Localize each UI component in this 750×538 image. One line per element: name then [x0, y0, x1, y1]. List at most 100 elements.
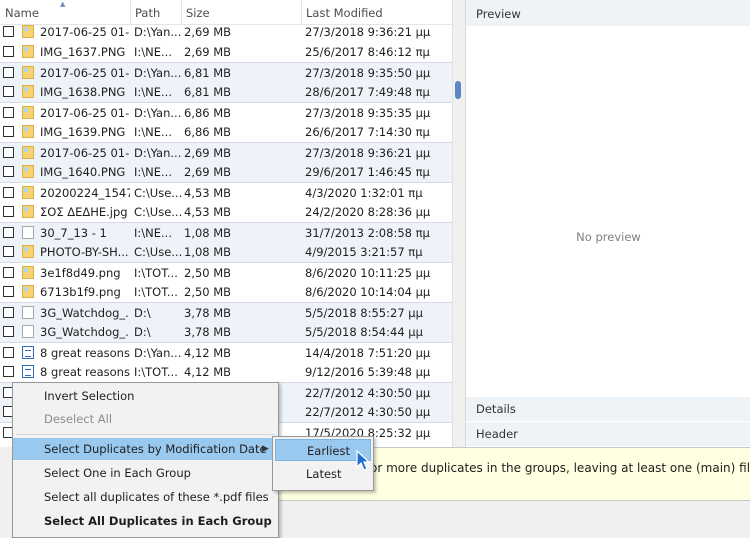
row-checkbox[interactable]	[3, 267, 14, 278]
table-row[interactable]: 3G_Watchdog_... D:\ 3,78 MB 5/5/2018 8:55:2…	[0, 302, 452, 322]
cell-last-modified: 27/3/2018 9:35:35 μμ	[305, 106, 431, 120]
cell-last-modified: 4/9/2015 3:21:57 πμ	[305, 245, 423, 259]
row-checkbox[interactable]	[3, 107, 14, 118]
cell-size: 2,69 MB	[184, 165, 232, 179]
cell-path: I:\NE...	[134, 85, 172, 99]
image-file-icon	[22, 66, 34, 79]
cell-size: 6,81 MB	[184, 85, 232, 99]
menu-item-select-pdf-duplicates[interactable]: Select all duplicates of these *.pdf fil…	[13, 486, 278, 508]
cell-path: I:\TOT...	[134, 365, 178, 379]
table-row[interactable]: IMG_1637.PNG I:\NE... 2,69 MB 25/6/2017 8:4…	[0, 42, 452, 62]
row-checkbox[interactable]	[3, 26, 14, 37]
details-section[interactable]: Details	[466, 397, 750, 421]
row-checkbox[interactable]	[3, 67, 14, 78]
cell-size: 3,78 MB	[184, 306, 232, 320]
cell-name: 2017-06-25 01-...	[40, 146, 130, 160]
row-checkbox[interactable]	[3, 166, 14, 177]
cell-name: IMG_1639.PNG	[40, 125, 126, 139]
image-file-icon	[22, 245, 34, 258]
row-checkbox[interactable]	[3, 46, 14, 57]
table-row[interactable]: IMG_1640.PNG I:\NE... 2,69 MB 29/6/2017 1:4…	[0, 162, 452, 182]
table-row[interactable]: IMG_1638.PNG I:\NE... 6,81 MB 28/6/2017 7:4…	[0, 82, 452, 102]
mouse-cursor-icon	[356, 450, 371, 471]
row-checkbox[interactable]	[3, 187, 14, 198]
menu-item-select-by-modification-date[interactable]: Select Duplicates by Modification Date ▶	[13, 438, 278, 460]
table-row[interactable]: 8 great reasons... I:\TOT... 4,12 MB 9/12/2…	[0, 362, 452, 382]
row-checkbox[interactable]	[3, 326, 14, 337]
cell-size: 2,50 MB	[184, 266, 232, 280]
cell-name: 3G_Watchdog_...	[40, 306, 130, 320]
row-checkbox[interactable]	[3, 147, 14, 158]
menu-item-deselect-all[interactable]: Deselect All	[13, 408, 278, 430]
menu-item-select-one-in-each-group[interactable]: Select One in Each Group	[13, 462, 278, 484]
header-section[interactable]: Header	[466, 422, 750, 446]
scrollbar-thumb[interactable]	[455, 81, 461, 99]
cell-path: I:\TOT...	[134, 285, 178, 299]
table-row[interactable]: 3G_Watchdog_... D:\ 3,78 MB 5/5/2018 8:54:4…	[0, 322, 452, 342]
cell-name: 8 great reasons...	[40, 365, 130, 379]
cell-last-modified: 27/3/2018 9:35:50 μμ	[305, 66, 431, 80]
table-row[interactable]: 6713b1f9.png I:\TOT... 2,50 MB 8/6/2020 10:…	[0, 282, 452, 302]
image-file-icon	[22, 146, 34, 159]
generic-file-icon	[22, 325, 34, 338]
cell-size: 3,78 MB	[184, 325, 232, 339]
cell-size: 2,69 MB	[184, 146, 232, 160]
table-row[interactable]: 2017-06-25 01-... D:\Yan...6,86 MB 27/3/20…	[0, 102, 452, 122]
row-checkbox[interactable]	[3, 307, 14, 318]
row-checkbox[interactable]	[3, 126, 14, 137]
cell-path: C:\Use...	[134, 245, 182, 259]
cell-path: C:\Use...	[134, 186, 182, 200]
column-header-name[interactable]: Name	[0, 0, 131, 24]
image-file-icon	[22, 45, 34, 58]
column-header-path[interactable]: Path	[130, 0, 182, 24]
image-file-icon	[22, 266, 34, 279]
preview-title: Preview	[466, 0, 750, 26]
cell-name: 20200224_1547...	[40, 186, 130, 200]
cell-last-modified: 8/6/2020 10:11:25 μμ	[305, 266, 431, 280]
table-row[interactable]: 2017-06-25 01-... D:\Yan...2,69 MB 27/3/20…	[0, 22, 452, 42]
cell-size: 2,50 MB	[184, 285, 232, 299]
cell-path: I:\NE...	[134, 125, 172, 139]
cell-name: IMG_1640.PNG	[40, 165, 126, 179]
cell-last-modified: 5/5/2018 8:54:44 μμ	[305, 325, 423, 339]
cell-path: D:\Yan...	[134, 146, 182, 160]
table-row[interactable]: 2017-06-25 01-... D:\Yan...2,69 MB 27/3/20…	[0, 142, 452, 162]
table-row[interactable]: 2017-06-25 01-... D:\Yan...6,81 MB 27/3/20…	[0, 62, 452, 82]
cell-name: IMG_1638.PNG	[40, 85, 126, 99]
row-checkbox[interactable]	[3, 347, 14, 358]
table-row[interactable]: IMG_1639.PNG I:\NE... 6,86 MB 26/6/2017 7:1…	[0, 122, 452, 142]
row-checkbox[interactable]	[3, 366, 14, 377]
cell-last-modified: 14/4/2018 7:51:20 μμ	[305, 346, 431, 360]
column-header-last-modified[interactable]: Last Modified	[301, 0, 452, 24]
image-file-icon	[22, 106, 34, 119]
cell-last-modified: 27/3/2018 9:36:21 μμ	[305, 146, 431, 160]
cell-last-modified: 25/6/2017 8:46:12 πμ	[305, 45, 430, 59]
table-row[interactable]: 20200224_1547... C:\Use...4,53 MB 4/3/2020…	[0, 182, 452, 202]
menu-item-invert-selection[interactable]: Invert Selection	[13, 385, 278, 407]
row-checkbox[interactable]	[3, 227, 14, 238]
menu-item-select-all-duplicates[interactable]: Select All Duplicates in Each Group	[13, 510, 278, 532]
cell-name: 30_7_13 - 1	[40, 226, 107, 240]
cell-last-modified: 29/6/2017 1:46:45 πμ	[305, 165, 430, 179]
hint-text: or more duplicates in the groups, leavin…	[370, 461, 750, 475]
document-file-icon	[22, 365, 34, 378]
row-checkbox[interactable]	[3, 206, 14, 217]
image-file-icon	[22, 125, 34, 138]
table-row[interactable]: 8 great reasons... D:\Yan...4,12 MB 14/4/2…	[0, 342, 452, 362]
column-header-size[interactable]: Size	[181, 0, 302, 24]
list-scrollbar[interactable]	[452, 0, 465, 447]
row-checkbox[interactable]	[3, 246, 14, 257]
table-row[interactable]: 30_7_13 - 1 I:\NE... 1,08 MB 31/7/2013 2:08…	[0, 222, 452, 242]
table-row[interactable]: PHOTO-BY-SH... C:\Use... 1,08 MB 4/9/2015 3…	[0, 242, 452, 262]
table-row[interactable]: ΣΟΣ ΔΕΔΗΕ.jpg C:\Use... 4,53 MB 24/2/2020 8…	[0, 202, 452, 222]
cell-size: 4,53 MB	[184, 205, 232, 219]
cell-path: D:\Yan...	[134, 66, 182, 80]
row-checkbox[interactable]	[3, 286, 14, 297]
cell-last-modified: 26/6/2017 7:14:30 πμ	[305, 125, 430, 139]
cell-size: 4,12 MB	[184, 365, 232, 379]
cell-name: ΣΟΣ ΔΕΔΗΕ.jpg	[40, 205, 128, 219]
cell-size: 1,08 MB	[184, 245, 232, 259]
cell-last-modified: 22/7/2012 4:30:50 μμ	[305, 386, 431, 400]
row-checkbox[interactable]	[3, 86, 14, 97]
table-row[interactable]: 3e1f8d49.png I:\TOT... 2,50 MB 8/6/2020 10:…	[0, 262, 452, 282]
